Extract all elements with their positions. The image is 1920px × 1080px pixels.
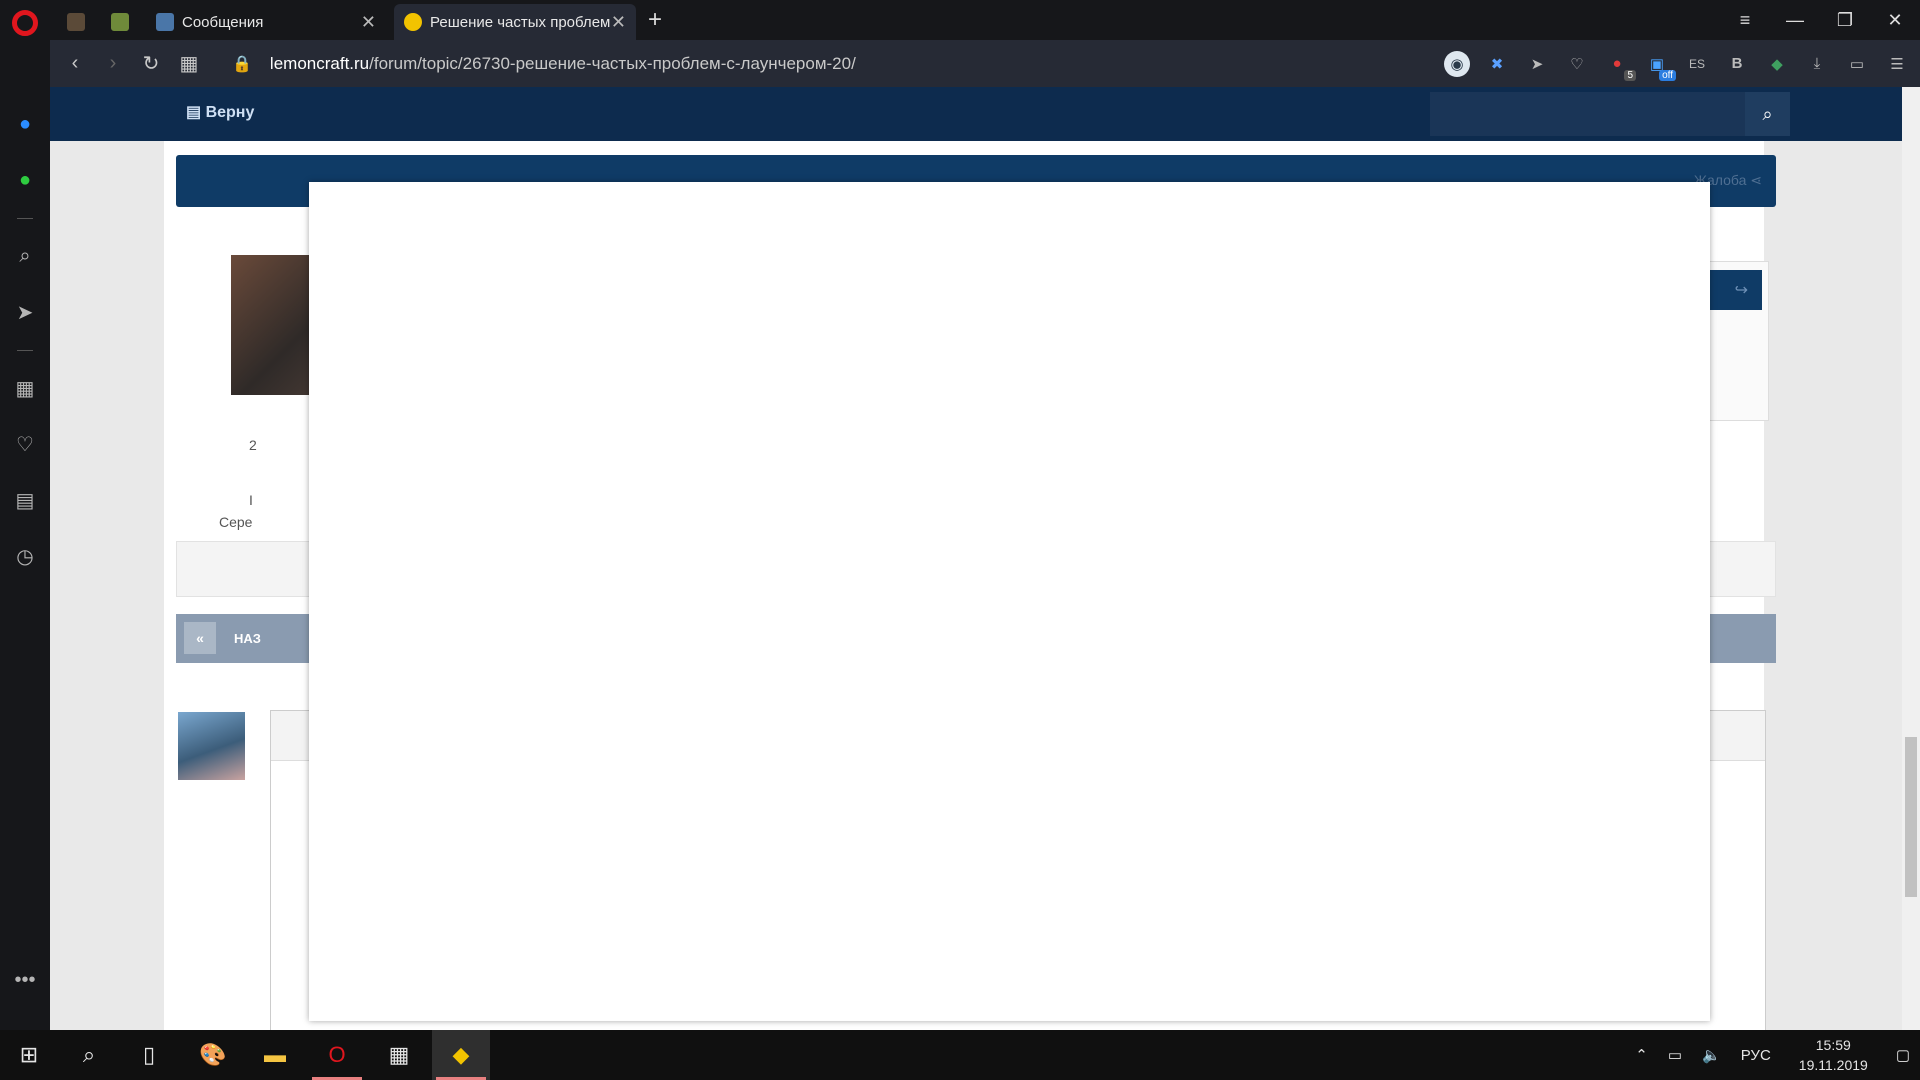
share-arrow-icon[interactable]: ↪	[1735, 282, 1748, 299]
messenger-icon[interactable]: ●	[11, 110, 39, 138]
pager-back-label[interactable]: НАЗ	[234, 631, 261, 646]
back-icon[interactable]: ‹	[56, 52, 94, 75]
sale-off-badge: off	[1659, 69, 1676, 81]
search-icon[interactable]: ⌕	[11, 242, 39, 270]
es-label: ES	[1688, 56, 1705, 71]
calculator-icon[interactable]: ▦	[370, 1030, 428, 1080]
task-view-icon[interactable]: ▯	[120, 1030, 178, 1080]
tab-label: Решение частых проблем	[430, 13, 610, 31]
minecraft-character-favicon	[67, 13, 85, 31]
window-controls: ≡ — ❐ ✕	[1720, 0, 1920, 40]
send-icon[interactable]: ➤	[1524, 51, 1550, 77]
clock-date: 19.11.2019	[1798, 1057, 1868, 1073]
lemoncraft-launcher-icon[interactable]: ◆	[432, 1030, 490, 1080]
camera-icon[interactable]: ◉	[1444, 50, 1470, 77]
opera-browser-icon[interactable]: O	[308, 1030, 366, 1080]
adblock-badge: 5	[1624, 69, 1636, 81]
search-icon[interactable]: ⌕	[1745, 92, 1790, 136]
lock-icon: 🔒	[232, 55, 252, 73]
author-rank-line2: Сере	[219, 514, 253, 530]
tab-pinned-2[interactable]	[100, 4, 140, 40]
tab-menu-icon[interactable]: ≡	[1720, 10, 1770, 31]
page-scrollbar[interactable]	[1902, 87, 1920, 1030]
cube-icon[interactable]: ◆	[1764, 51, 1790, 77]
clock-time: 15:59	[1815, 1037, 1851, 1053]
url-host: lemoncraft.ru	[269, 53, 370, 73]
b-icon[interactable]: B	[1724, 51, 1750, 77]
speed-dial-icon[interactable]: ▦	[11, 374, 39, 402]
share-icon[interactable]: ⋖	[1750, 172, 1762, 188]
heart-icon[interactable]: ♡	[1564, 51, 1590, 77]
tab-active[interactable]: Решение частых проблем ✕	[394, 4, 636, 40]
vk-messages-favicon	[156, 13, 174, 31]
settings-sliders-icon[interactable]: ☰	[1884, 51, 1910, 77]
lemon-favicon	[404, 13, 422, 31]
sidebar-divider	[17, 218, 33, 219]
search-icon[interactable]: ⌕	[60, 1030, 118, 1080]
address-bar: ‹ › ↻ ▦ 🔒 lemoncraft.ru /forum/topic/267…	[50, 40, 1920, 87]
site-search-input[interactable]	[1430, 92, 1745, 136]
site-header: ▤ Верну ⌕	[50, 87, 1902, 141]
tabs-grid-icon[interactable]: ▦	[170, 51, 208, 76]
whatsapp-icon[interactable]: ●	[11, 166, 39, 194]
bookmarks-heart-icon[interactable]: ♡	[11, 430, 39, 458]
windows-taskbar: ⊞ ⌕ ▯ 🎨 ▬ O ▦ ◆ ⌃ ▭ 🔈 РУС 15:59 19.11.20…	[0, 1030, 1920, 1080]
network-icon[interactable]: ▭	[1668, 1046, 1682, 1064]
web-page: ▤ Верну ⌕ Жалоба ⋖ 2 I Сере ↪ « НАЗ	[50, 87, 1902, 1030]
file-explorer-icon[interactable]: ▬	[246, 1030, 304, 1080]
adblock-icon[interactable]: ● 5	[1604, 51, 1636, 81]
tab-pinned-1[interactable]	[56, 4, 96, 40]
back-to-forum-link[interactable]: ▤ Верну	[186, 102, 254, 122]
tab-strip: Сообщения ✕ Решение частых проблем ✕ + ≡…	[0, 0, 1920, 40]
new-tab-button[interactable]: +	[648, 6, 662, 34]
close-window-icon[interactable]: ✕	[1870, 10, 1920, 31]
tab-messages[interactable]: Сообщения ✕	[146, 4, 386, 40]
author-post-count: 2	[249, 437, 257, 453]
b-label: B	[1731, 55, 1743, 72]
sidebar-divider	[17, 350, 33, 351]
close-icon[interactable]: ✕	[361, 12, 376, 33]
reload-icon[interactable]: ↻	[132, 51, 170, 76]
more-icon[interactable]: •••	[11, 966, 39, 994]
minecraft-block-favicon	[111, 13, 129, 31]
restore-icon[interactable]: ❐	[1820, 10, 1870, 31]
download-icon[interactable]: ⤓	[1804, 51, 1830, 77]
sale-off-icon[interactable]: ▣ off	[1644, 51, 1676, 81]
notifications-icon[interactable]: ▢	[1896, 1046, 1910, 1064]
chevron-up-icon[interactable]: ⌃	[1635, 1046, 1648, 1064]
news-icon[interactable]: ▤	[11, 486, 39, 514]
close-icon[interactable]: ✕	[611, 12, 626, 33]
author-rank: I Сере	[219, 492, 253, 530]
url-path: /forum/topic/26730-решение-частых-пробле…	[369, 53, 856, 73]
battery-icon[interactable]: ▭	[1844, 51, 1870, 77]
back-link-label: Верну	[205, 104, 255, 121]
flow-icon[interactable]: ➤	[11, 298, 39, 326]
history-icon[interactable]: ◷	[11, 542, 39, 570]
minimize-icon[interactable]: —	[1770, 10, 1820, 31]
extensions-area: ◉ ✖ ➤ ♡ ● 5 ▣ off ES B ◆ ⤓ ▭ ☰	[1444, 40, 1910, 87]
clock[interactable]: 15:59 19.11.2019	[1799, 1035, 1868, 1075]
url-field[interactable]: 🔒 lemoncraft.ru /forum/topic/26730-решен…	[232, 54, 856, 74]
pager-prev-button[interactable]: «	[184, 622, 216, 654]
system-tray: ⌃ ▭ 🔈 РУС 15:59 19.11.2019 ▢	[1625, 1030, 1920, 1080]
language-indicator[interactable]: РУС	[1741, 1047, 1771, 1064]
tab-label: Сообщения	[182, 13, 264, 31]
forward-icon[interactable]: ›	[94, 52, 132, 75]
volume-icon[interactable]: 🔈	[1702, 1046, 1721, 1064]
author-rank-line1: I	[249, 492, 253, 508]
reply-user-avatar[interactable]	[178, 712, 245, 780]
es-icon[interactable]: ES	[1684, 51, 1710, 77]
blocker-icon[interactable]: ✖	[1484, 51, 1510, 77]
blank-modal-overlay[interactable]	[309, 182, 1710, 1021]
windows-start-icon[interactable]: ⊞	[0, 1030, 58, 1080]
paint-app-icon[interactable]: 🎨	[184, 1030, 242, 1080]
opera-sidebar: ● ● ⌕ ➤ ▦ ♡ ▤ ◷ •••	[0, 40, 50, 1030]
opera-menu-icon[interactable]	[12, 10, 38, 36]
scrollbar-thumb[interactable]	[1905, 737, 1917, 897]
